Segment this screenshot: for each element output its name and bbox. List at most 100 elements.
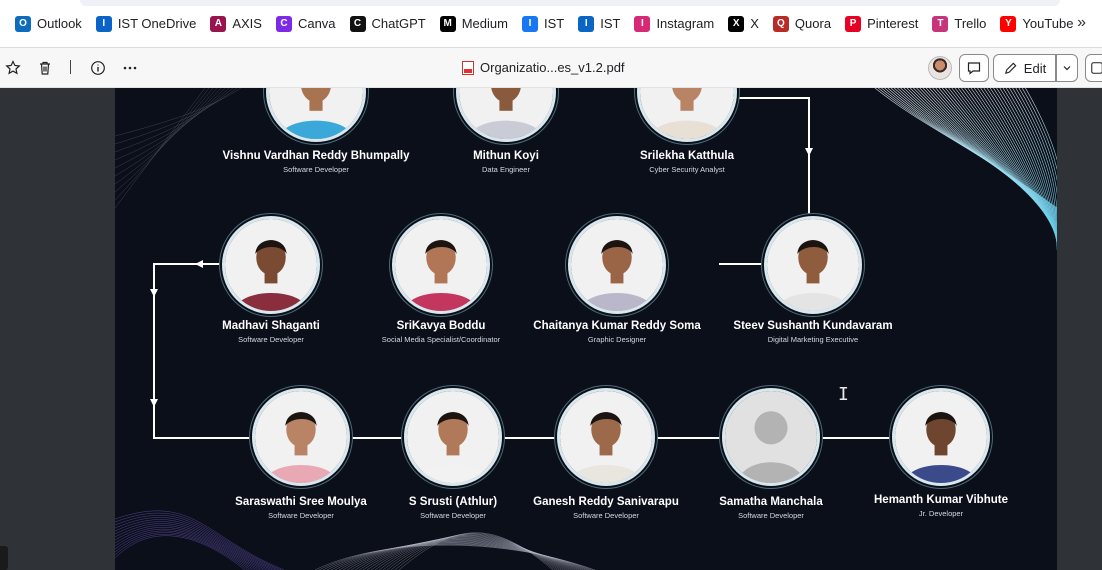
avatar-image	[395, 219, 487, 311]
pdf-viewer[interactable]: Vishnu Vardhan Reddy Bhumpally Software D…	[0, 88, 1102, 570]
draw-button[interactable]	[1085, 54, 1102, 82]
text-cursor-icon: I	[838, 384, 849, 405]
bookmark-quora-10[interactable]: Q Quora	[768, 10, 836, 38]
bookmark-instagram-8[interactable]: I Instagram	[629, 10, 719, 38]
avatar-image	[895, 391, 987, 483]
profile-photo-srikavya-boddu	[392, 216, 490, 314]
star-icon[interactable]	[3, 58, 23, 78]
person-name: Chaitanya Kumar Reddy Soma	[533, 320, 701, 332]
side-panel-handle[interactable]	[0, 546, 8, 570]
bookmark-x-9[interactable]: XX	[723, 10, 764, 38]
more-options-icon[interactable]	[120, 58, 140, 78]
edit-button[interactable]: Edit	[993, 54, 1056, 82]
avatar-image	[255, 391, 347, 483]
bookmark-trello-12[interactable]: T Trello	[927, 10, 991, 38]
document-title-text: Organizatio...es_v1.2.pdf	[480, 60, 625, 75]
quora-icon: Q	[772, 15, 789, 32]
bookmark-outlook-0[interactable]: O Outlook	[10, 10, 87, 38]
edit-dropdown-button[interactable]	[1056, 54, 1078, 82]
pdf-file-icon	[462, 60, 474, 75]
profile-photo-s-srusti-athlur	[404, 388, 502, 486]
medium-icon: M	[439, 15, 456, 32]
avatar-image	[407, 391, 499, 483]
profile-photo-steev-sushanth-kundavaram	[764, 216, 862, 314]
bookmark-label: IST OneDrive	[117, 16, 197, 31]
bookmark-medium-5[interactable]: M Medium	[435, 10, 513, 38]
bookmark-canva-3[interactable]: C Canva	[271, 10, 341, 38]
chevron-down-icon	[1063, 66, 1071, 71]
person-role: Data Engineer	[482, 165, 530, 174]
profile-photo-ganesh-reddy-sanivarapu	[557, 388, 655, 486]
avatar-image	[571, 219, 663, 311]
profile-photo-chaitanya-kumar-reddy-soma	[568, 216, 666, 314]
profile-photo-hemanth-kumar-vibhute	[892, 388, 990, 486]
person-card-srilekha-katthula: Srilekha Katthula Cyber Security Analyst	[587, 150, 787, 174]
avatar-image	[767, 219, 859, 311]
person-name: Mithun Koyi	[473, 150, 539, 162]
person-role: Social Media Specialist/Coordinator	[381, 335, 501, 344]
person-name: Vishnu Vardhan Reddy Bhumpally	[222, 150, 410, 162]
person-role: Cyber Security Analyst	[649, 165, 725, 174]
toolbar-divider	[70, 60, 71, 74]
bookmark-label: YouTube	[1022, 16, 1074, 31]
linkedin-icon: I	[578, 15, 595, 32]
comment-icon	[967, 62, 981, 75]
bookmarks-bar: O Outlook I IST OneDrive A AXIS C Canva C ChatGPT…	[0, 0, 1102, 48]
bookmark-list: O Outlook I IST OneDrive A AXIS C Canva C ChatGPT…	[10, 10, 1083, 38]
comment-button[interactable]	[959, 54, 989, 82]
bookmark-label: Pinterest	[867, 16, 919, 31]
person-role: Graphic Designer	[587, 335, 647, 344]
onedrive-icon: I	[95, 15, 112, 32]
bookmark-label: Instagram	[656, 16, 715, 31]
trash-icon[interactable]	[35, 58, 55, 78]
person-role: Jr. Developer	[918, 509, 964, 518]
person-card-chaitanya-kumar-reddy-soma: Chaitanya Kumar Reddy Soma Graphic Design…	[517, 320, 717, 344]
avatar-image	[225, 219, 317, 311]
profile-photo-samatha-manchala	[722, 388, 820, 486]
person-card-steev-sushanth-kundavaram: Steev Sushanth Kundavaram Digital Marketi…	[713, 320, 913, 344]
person-card-hemanth-kumar-vibhute: Hemanth Kumar Vibhute Jr. Developer	[841, 494, 1041, 518]
wave-pattern-top-right	[874, 88, 1057, 251]
bookmark-ist-onedrive-1[interactable]: I IST OneDrive	[91, 10, 202, 38]
info-icon[interactable]	[88, 58, 108, 78]
pinterest-icon: P	[845, 15, 862, 32]
person-card-srikavya-boddu: SriKavya Boddu Social Media Specialist/Co…	[341, 320, 541, 344]
user-avatar[interactable]	[928, 56, 952, 80]
bookmark-label: Trello	[954, 16, 987, 31]
pdf-toolbar: Organizatio...es_v1.2.pdf Edit	[0, 48, 1102, 88]
axis-icon: A	[210, 15, 227, 32]
bookmark-label: ChatGPT	[371, 16, 426, 31]
bookmark-label: Medium	[461, 16, 508, 31]
bookmark-youtube-13[interactable]: Y YouTube	[995, 10, 1078, 38]
draw-icon	[1091, 62, 1102, 74]
person-name: Srilekha Katthula	[640, 150, 734, 162]
canva-icon: C	[275, 15, 292, 32]
bookmark-label: IST	[543, 16, 565, 31]
bookmark-label: Canva	[297, 16, 336, 31]
profile-photo-saraswathi-sree-moulya	[252, 388, 350, 486]
bookmark-axis-2[interactable]: A AXIS	[205, 10, 267, 38]
bookmark-label: X	[750, 16, 759, 31]
avatar-image	[560, 391, 652, 483]
person-role: Digital Marketing Executive	[767, 335, 859, 344]
trello-icon: T	[932, 15, 949, 32]
bookmark-ist-7[interactable]: I IST	[573, 10, 625, 38]
org-chart-page: Vishnu Vardhan Reddy Bhumpally Software D…	[115, 88, 1057, 570]
avatar-image	[725, 391, 817, 483]
document-title: Organizatio...es_v1.2.pdf	[462, 60, 625, 75]
person-card-mithun-koyi: Mithun Koyi Data Engineer	[406, 150, 606, 174]
bookmark-label: AXIS	[232, 16, 262, 31]
more-bookmarks-icon[interactable]: »	[1077, 14, 1086, 32]
bookmark-label: Outlook	[37, 16, 82, 31]
outlook-icon: O	[15, 15, 31, 32]
bookmark-ist-6[interactable]: I IST	[517, 10, 569, 38]
instagram-icon: I	[634, 15, 651, 32]
chatgpt-icon: C	[349, 15, 366, 32]
bookmark-pinterest-11[interactable]: P Pinterest	[840, 10, 923, 38]
person-name: SriKavya Boddu	[396, 320, 486, 332]
bookmark-chatgpt-4[interactable]: C ChatGPT	[345, 10, 431, 38]
x-icon: X	[728, 15, 745, 32]
edit-label: Edit	[1023, 60, 1047, 76]
pencil-icon	[1004, 62, 1017, 74]
profile-photo-madhavi-shaganti	[222, 216, 320, 314]
